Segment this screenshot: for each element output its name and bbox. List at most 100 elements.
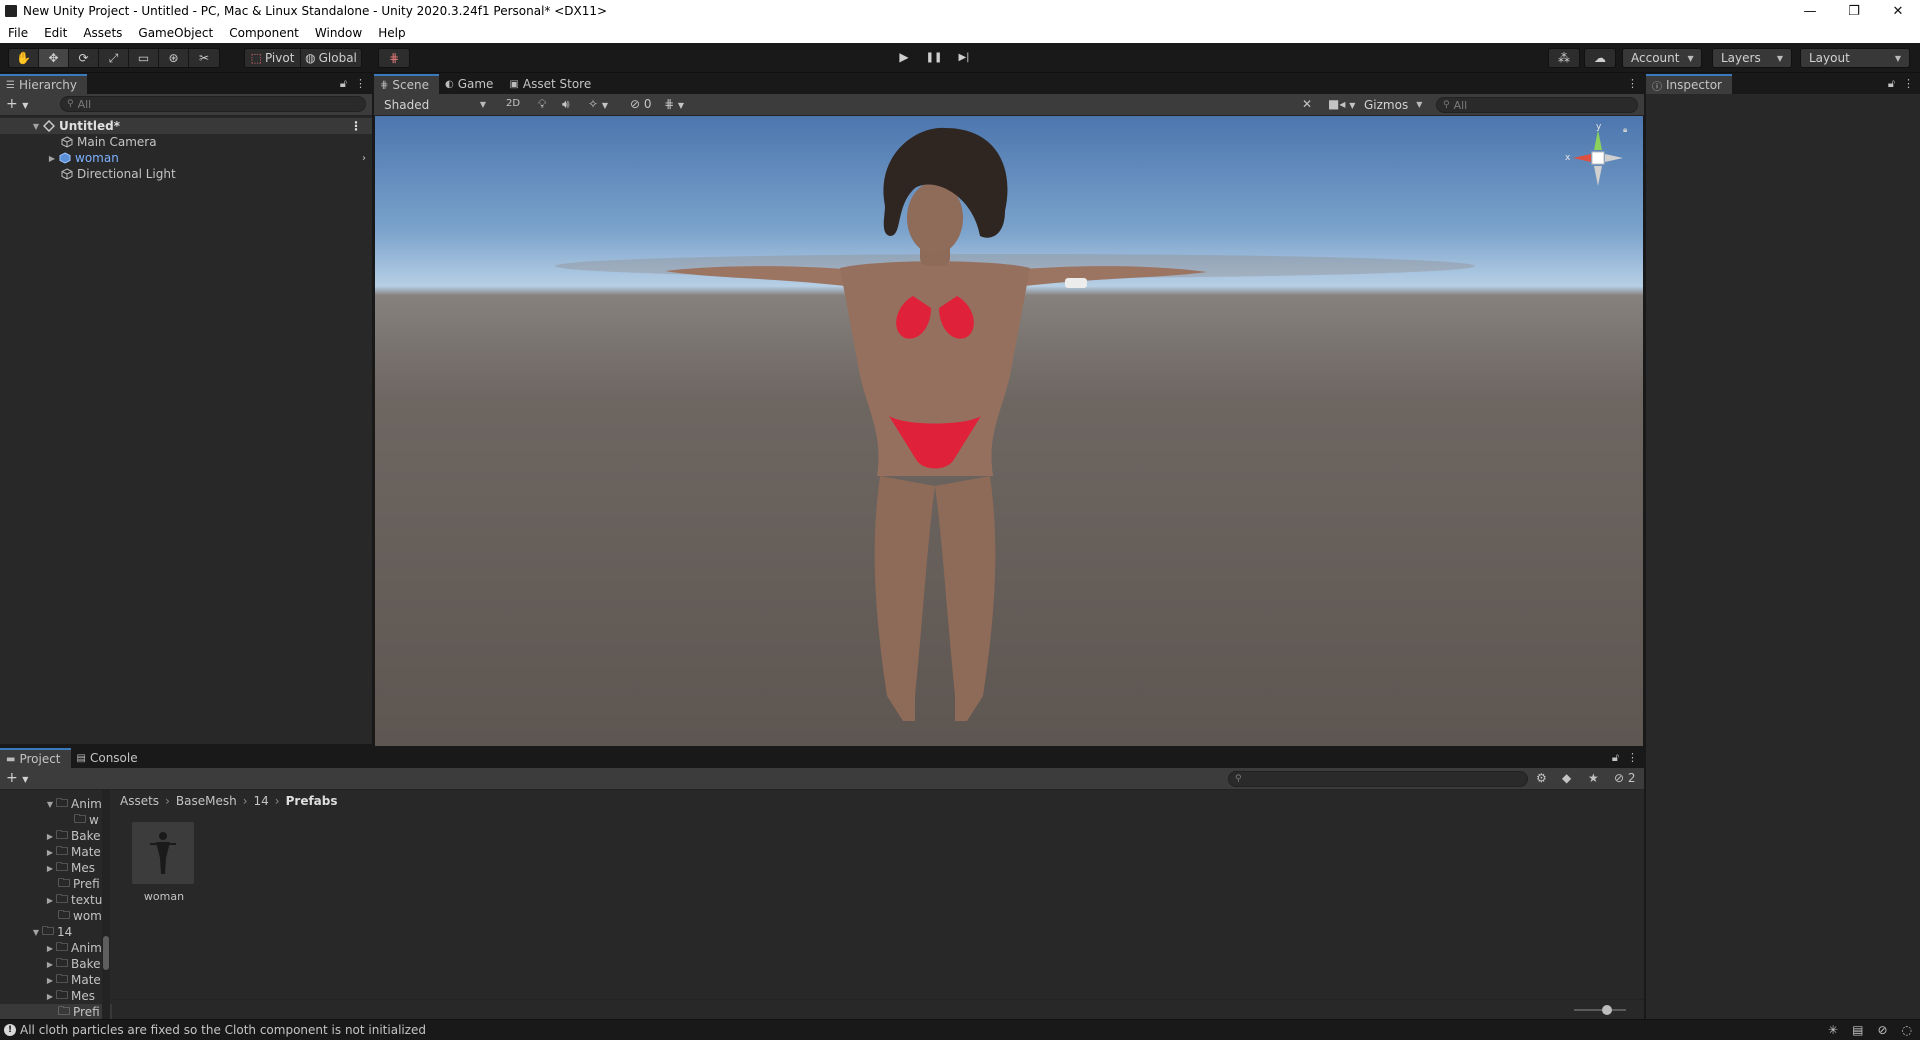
gizmo-lock-icon[interactable]: 🔒︎: [1623, 125, 1627, 134]
rect-tool-icon[interactable]: ▭: [129, 49, 159, 67]
menu-file[interactable]: File: [0, 26, 36, 40]
2d-toggle[interactable]: 2D: [506, 98, 520, 109]
transform-tool-icon[interactable]: ⊛: [159, 49, 189, 67]
menu-component[interactable]: Component: [221, 26, 307, 40]
expand-arrow-icon[interactable]: ▶: [44, 992, 56, 1001]
tab-inspector[interactable]: ⓘ Inspector: [1646, 74, 1732, 94]
folder-tree-item[interactable]: ▼ 🗀︎ Anim: [0, 796, 112, 812]
folder-tree-scrollbar[interactable]: [102, 790, 110, 1019]
expand-arrow-icon[interactable]: ▼: [30, 928, 42, 937]
audio-toggle-icon[interactable]: 🔊︎: [562, 97, 570, 112]
step-icon[interactable]: ▶|: [949, 48, 979, 66]
play-icon[interactable]: ▶: [889, 48, 919, 66]
project-search-input[interactable]: ⚲: [1228, 771, 1528, 787]
kebab-menu-icon[interactable]: ⋮: [355, 77, 366, 91]
close-button[interactable]: ✕: [1876, 0, 1920, 22]
expand-arrow-icon[interactable]: ▶: [44, 896, 56, 905]
hand-tool-icon[interactable]: ✋: [9, 49, 39, 67]
kebab-menu-icon[interactable]: ⋮: [1903, 77, 1914, 91]
breadcrumb-item[interactable]: 14: [254, 794, 269, 808]
folder-tree-item[interactable]: ▶ 🗀︎ textu: [0, 892, 112, 908]
account-dropdown[interactable]: Account ▼: [1622, 48, 1702, 68]
create-dropdown-button[interactable]: + ▼: [6, 770, 28, 786]
status-message[interactable]: All cloth particles are fixed so the Clo…: [20, 1023, 426, 1037]
collab-icon[interactable]: ⁂: [1549, 49, 1579, 67]
layout-dropdown[interactable]: Layout ▼: [1800, 48, 1910, 68]
tab-asset-store[interactable]: ▣ Asset Store: [503, 74, 601, 94]
tools-icon[interactable]: ✕: [1302, 97, 1312, 111]
scene-search-input[interactable]: ⚲ All: [1436, 97, 1638, 113]
slider-handle[interactable]: [1602, 1005, 1612, 1015]
expand-arrow-icon[interactable]: ▶: [46, 154, 58, 163]
global-toggle[interactable]: ◍ Global: [301, 49, 361, 67]
hierarchy-item-main-camera[interactable]: Main Camera: [0, 134, 372, 150]
create-dropdown-button[interactable]: + ▼: [6, 96, 28, 112]
tab-game[interactable]: ◐ Game: [439, 74, 503, 94]
hidden-objects-toggle[interactable]: ⊘ 0: [630, 97, 652, 111]
expand-arrow-icon[interactable]: ▶: [44, 960, 56, 969]
lighting-toggle-icon[interactable]: 💡︎: [538, 97, 546, 112]
favorite-star-icon[interactable]: ★: [1588, 771, 1599, 785]
bug-icon[interactable]: ✳: [1828, 1023, 1838, 1037]
folder-tree-item[interactable]: 🗀︎ wom: [0, 908, 112, 924]
tab-scene[interactable]: ⋕ Scene: [374, 74, 439, 94]
scale-tool-icon[interactable]: ⤢: [99, 49, 129, 67]
breadcrumb-item[interactable]: BaseMesh: [176, 794, 237, 808]
gizmos-dropdown[interactable]: Gizmos ▼: [1358, 96, 1428, 113]
shading-mode-dropdown[interactable]: Shaded ▼: [376, 96, 494, 113]
scene-viewport[interactable]: y x 🔒︎: [375, 116, 1643, 746]
hierarchy-item-woman[interactable]: ▶ woman ›: [0, 150, 372, 166]
menu-help[interactable]: Help: [370, 26, 413, 40]
scene-row[interactable]: ▼ Untitled* ⋮: [0, 118, 372, 134]
hierarchy-search-input[interactable]: ⚲ All: [60, 96, 366, 112]
tab-project[interactable]: ▬ Project: [0, 748, 71, 768]
tab-console[interactable]: ▤ Console: [71, 748, 148, 768]
asset-tile[interactable]: woman: [132, 822, 196, 903]
expand-arrow-icon[interactable]: ▼: [30, 122, 42, 131]
folder-tree-item[interactable]: ▶ 🗀︎ Mes: [0, 860, 112, 876]
lock-icon[interactable]: 🔓︎: [340, 77, 347, 91]
breadcrumb-item[interactable]: Assets: [120, 794, 159, 808]
expand-arrow-icon[interactable]: ▶: [44, 864, 56, 873]
orientation-gizmo[interactable]: y x 🔒︎: [1563, 120, 1633, 210]
pause-icon[interactable]: ❚❚: [919, 48, 949, 66]
expand-arrow-icon[interactable]: ▶: [44, 848, 56, 857]
auto-generate-lighting-icon[interactable]: ⊘: [1877, 1023, 1887, 1037]
kebab-menu-icon[interactable]: ⋮: [350, 119, 362, 133]
camera-settings-icon[interactable]: ■◂ ▼: [1328, 97, 1355, 111]
custom-tool-icon[interactable]: ✂: [189, 49, 219, 67]
filter-by-type-icon[interactable]: ⚙: [1536, 771, 1547, 785]
expand-arrow-icon[interactable]: ▼: [44, 800, 56, 809]
progress-icon[interactable]: ◌: [1902, 1023, 1912, 1037]
icon-size-slider[interactable]: [1574, 1005, 1626, 1015]
lock-icon[interactable]: 🔓︎: [1888, 77, 1895, 91]
hierarchy-item-directional-light[interactable]: Directional Light: [0, 166, 372, 182]
cache-server-icon[interactable]: ▤: [1852, 1023, 1863, 1037]
chevron-right-icon[interactable]: ›: [362, 153, 366, 164]
menu-assets[interactable]: Assets: [75, 26, 130, 40]
grid-toggle-icon[interactable]: ⋕ ▼: [664, 97, 684, 111]
folder-tree-item-selected[interactable]: 🗀︎ Prefi: [0, 1004, 112, 1019]
rotate-tool-icon[interactable]: ⟳: [69, 49, 99, 67]
filter-by-label-icon[interactable]: ◆: [1562, 771, 1571, 785]
lock-icon[interactable]: 🔓︎: [1612, 751, 1619, 765]
effects-toggle-icon[interactable]: ✧ ▼: [588, 97, 608, 111]
folder-tree-item[interactable]: ▶ 🗀︎ Mes: [0, 988, 112, 1004]
scrollbar-thumb[interactable]: [103, 936, 109, 970]
restore-button[interactable]: ❐: [1832, 0, 1876, 22]
breadcrumb-current[interactable]: Prefabs: [286, 794, 338, 808]
minimize-button[interactable]: —: [1788, 0, 1832, 22]
expand-arrow-icon[interactable]: ▶: [44, 832, 56, 841]
menu-window[interactable]: Window: [307, 26, 370, 40]
move-tool-icon[interactable]: ✥: [39, 49, 69, 67]
cloud-icon[interactable]: ☁: [1585, 49, 1615, 67]
layers-dropdown[interactable]: Layers ▼: [1712, 48, 1792, 68]
character-model[interactable]: [375, 116, 1643, 746]
hidden-packages-toggle[interactable]: ⊘ 2: [1614, 771, 1636, 785]
expand-arrow-icon[interactable]: ▶: [44, 976, 56, 985]
kebab-menu-icon[interactable]: ⋮: [1627, 77, 1638, 90]
expand-arrow-icon[interactable]: ▶: [44, 944, 56, 953]
menu-gameobject[interactable]: GameObject: [130, 26, 221, 40]
tab-hierarchy[interactable]: ☰ Hierarchy: [0, 74, 87, 94]
grid-snap-icon[interactable]: ⋕: [379, 49, 409, 67]
